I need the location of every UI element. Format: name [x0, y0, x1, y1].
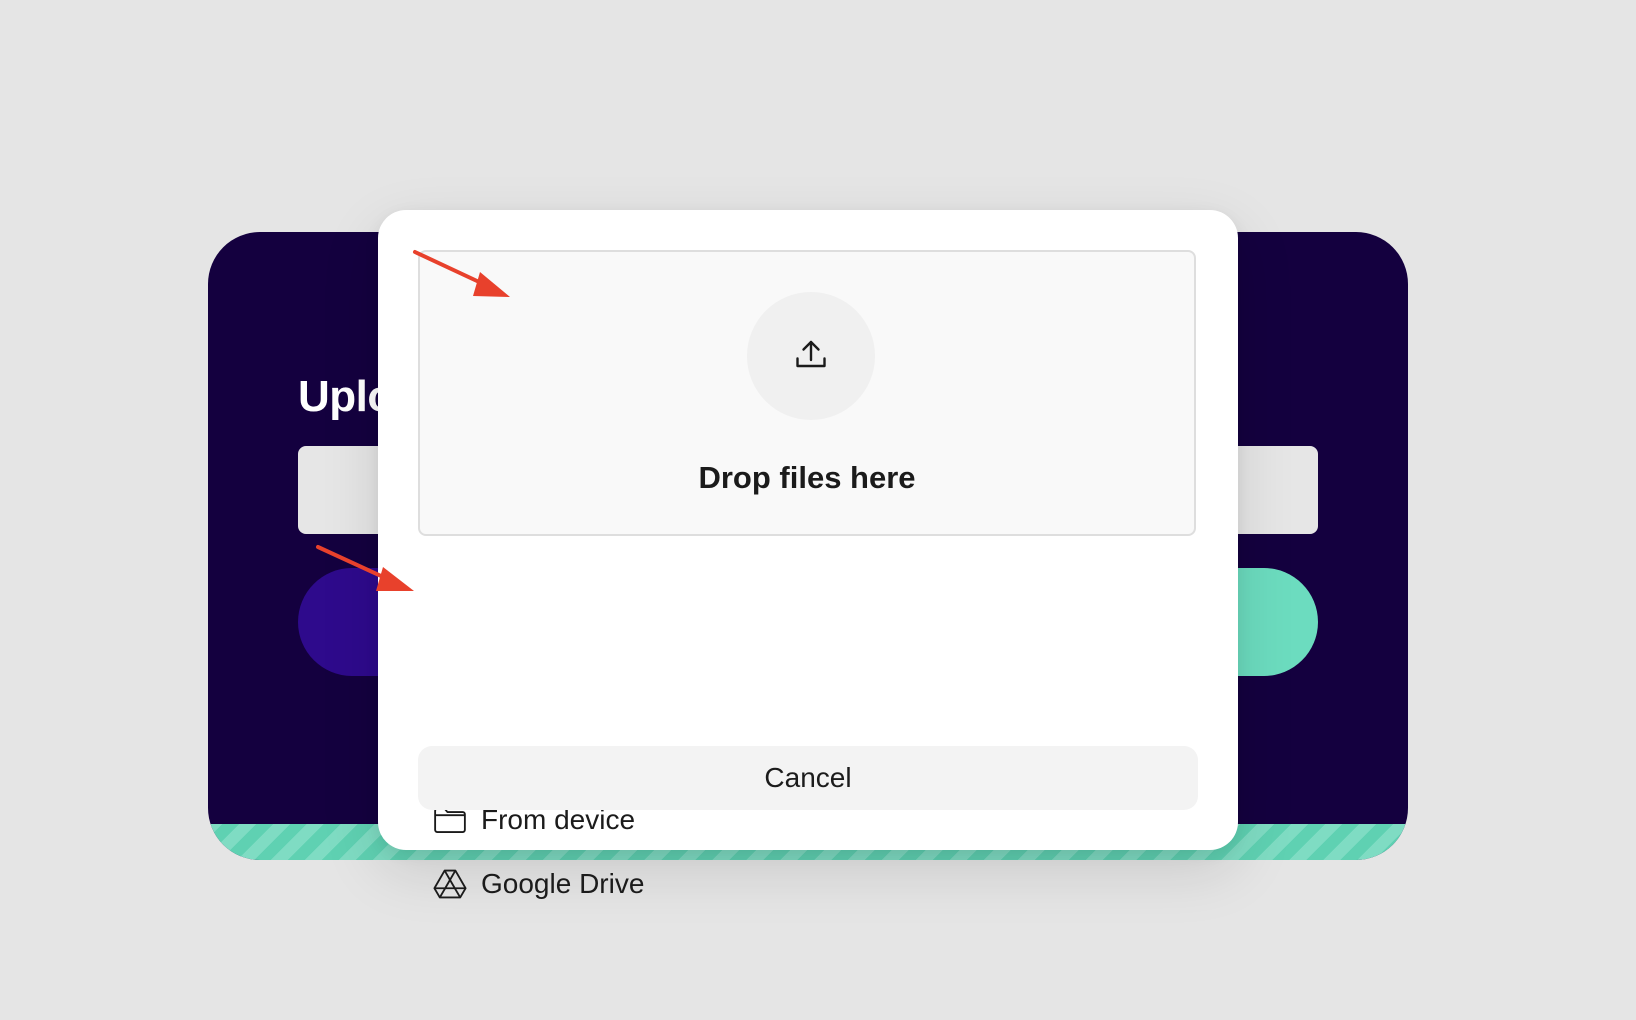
dropzone-label: Drop files here [698, 460, 916, 495]
upload-icon-circle [747, 292, 875, 420]
google-drive-label: Google Drive [481, 868, 645, 899]
upload-icon [793, 336, 829, 377]
file-dropzone[interactable]: Drop files here [418, 250, 1196, 536]
google-drive-icon [432, 866, 468, 902]
google-drive-option[interactable]: Google Drive [432, 860, 644, 908]
upload-modal: Drop files here From device Google Drive… [378, 210, 1238, 899]
cancel-button[interactable]: Cancel [418, 746, 1198, 810]
